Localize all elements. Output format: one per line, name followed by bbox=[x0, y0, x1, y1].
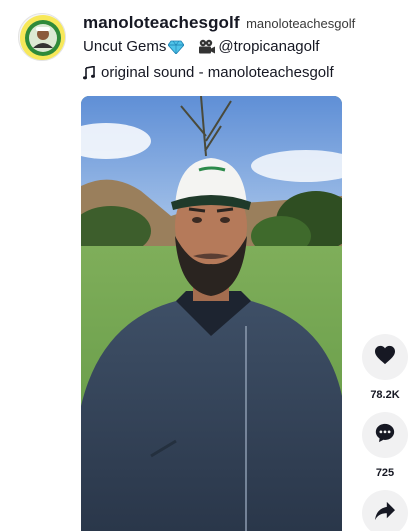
video-caption: Uncut Gems @tropicanagolf bbox=[83, 38, 319, 55]
caption-text: Uncut Gems bbox=[83, 38, 167, 55]
share-icon bbox=[374, 501, 396, 526]
film-camera-icon bbox=[198, 39, 216, 55]
music-link[interactable]: original sound - manoloteachesgolf bbox=[83, 64, 334, 81]
author-nickname[interactable]: manoloteachesgolf bbox=[246, 16, 355, 31]
music-note-icon bbox=[83, 65, 95, 80]
video-player[interactable] bbox=[81, 96, 342, 531]
avatar[interactable] bbox=[18, 13, 66, 61]
author-username[interactable]: manoloteachesgolf bbox=[83, 13, 240, 32]
like-count: 78.2K bbox=[370, 389, 400, 401]
share-button[interactable] bbox=[362, 490, 408, 531]
caption-mention[interactable]: @tropicanagolf bbox=[218, 38, 319, 55]
author-row: manoloteachesgolf manoloteachesgolf bbox=[83, 13, 355, 33]
comment-icon bbox=[374, 422, 396, 449]
sound-title: original sound - manoloteachesgolf bbox=[101, 64, 334, 81]
comment-button[interactable] bbox=[362, 412, 408, 458]
gem-icon bbox=[168, 40, 185, 54]
like-button[interactable] bbox=[362, 334, 408, 380]
comment-count: 725 bbox=[375, 467, 395, 479]
heart-icon bbox=[374, 345, 396, 370]
